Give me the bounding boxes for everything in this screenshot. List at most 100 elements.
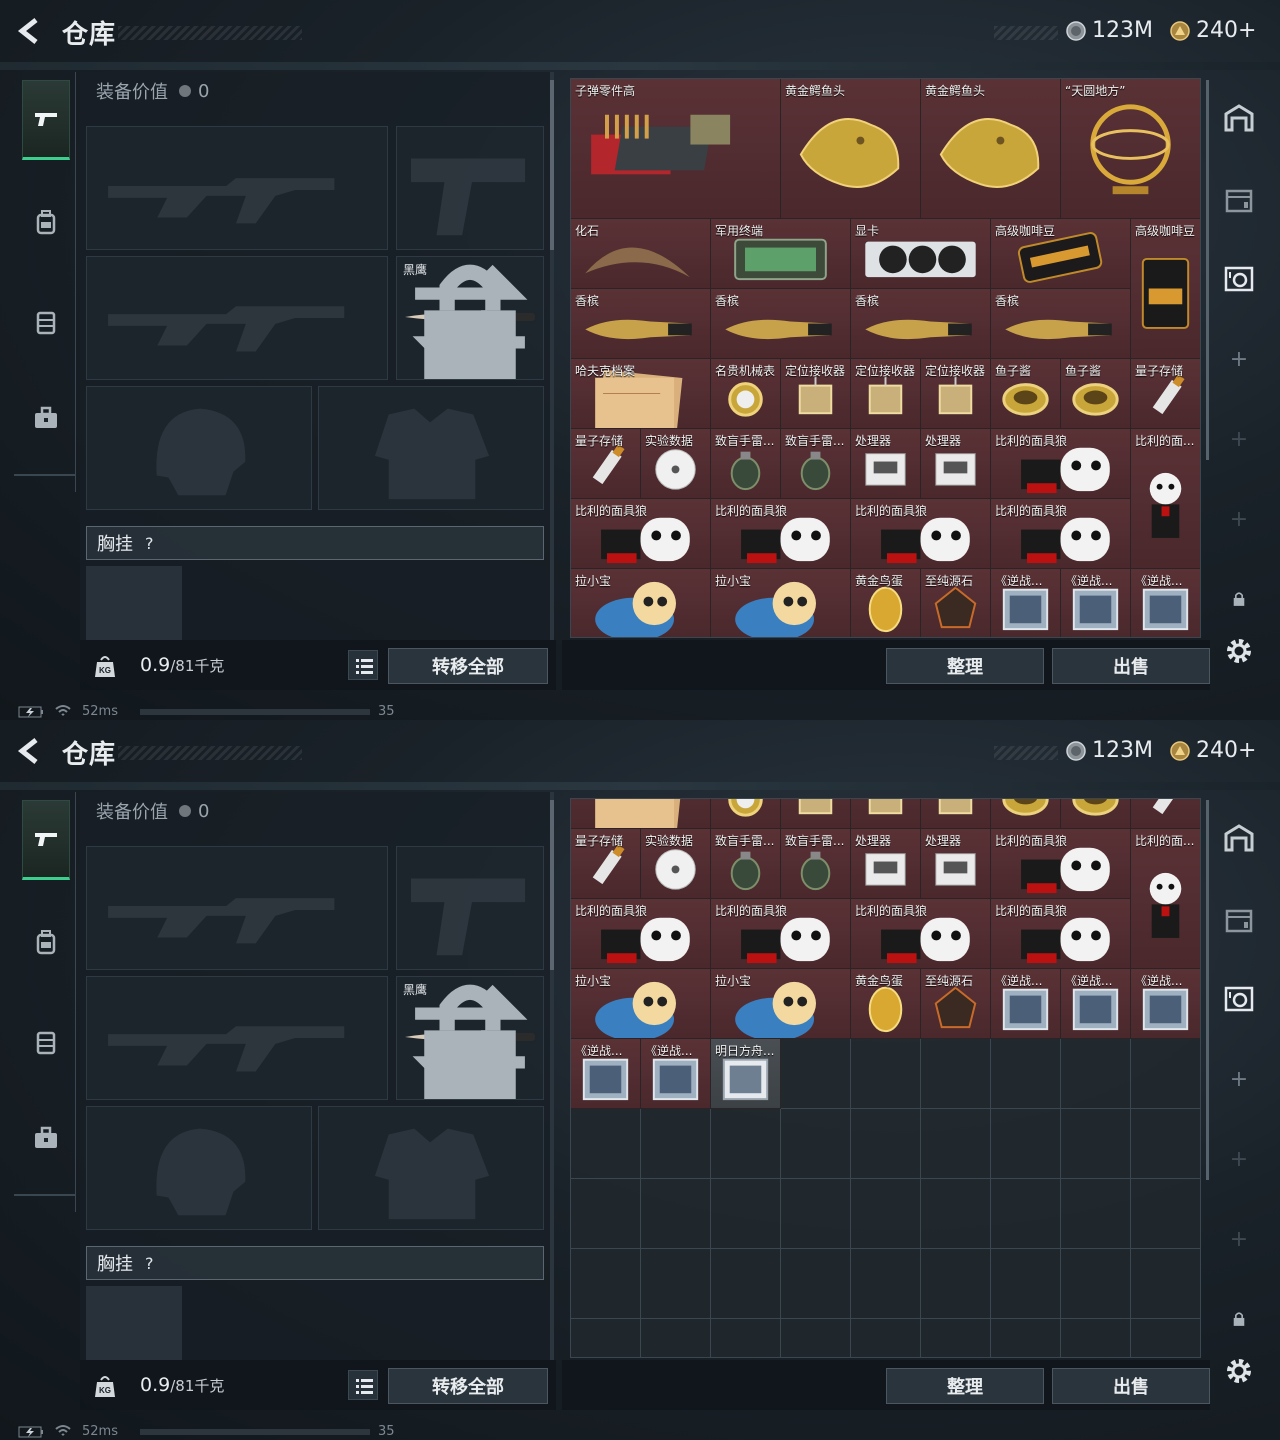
inventory-item[interactable]: 至纯源石 <box>921 569 991 637</box>
primary-weapon-slot[interactable] <box>86 846 388 970</box>
melee-slot[interactable]: 黑鹰 <box>396 976 544 1100</box>
inventory-item[interactable]: 致盲手雷... <box>711 429 781 499</box>
empty-grid-cell[interactable] <box>921 1319 991 1357</box>
inventory-item[interactable]: 量子存储 <box>571 829 641 899</box>
inventory-item[interactable]: 至纯源石 <box>921 969 991 1039</box>
chest-rig-slot[interactable]: 胸挂 ? <box>86 526 544 560</box>
pistol-slot[interactable] <box>396 126 544 250</box>
helmet-slot[interactable] <box>86 1106 312 1230</box>
container-tab[interactable] <box>1216 896 1262 942</box>
add-tab-button[interactable]: + <box>1216 496 1262 542</box>
empty-grid-cell[interactable] <box>641 1179 711 1249</box>
inventory-item[interactable]: 香槟 <box>851 289 991 359</box>
inventory-item[interactable] <box>711 799 781 829</box>
empty-grid-cell[interactable] <box>571 1249 641 1319</box>
empty-grid-cell[interactable] <box>1061 1039 1131 1109</box>
secondary-weapon-slot[interactable] <box>86 976 388 1100</box>
inventory-item[interactable]: 《逆战... <box>571 1039 641 1109</box>
inventory-item[interactable] <box>781 799 851 829</box>
inventory-item[interactable]: 鱼子酱 <box>1061 359 1131 429</box>
inventory-item[interactable]: 实验数据 <box>641 829 711 899</box>
empty-grid-cell[interactable] <box>711 1319 781 1357</box>
warehouse-tab[interactable] <box>1216 96 1262 142</box>
empty-grid-cell[interactable] <box>1131 1039 1200 1109</box>
sort-button[interactable]: 整理 <box>886 648 1044 684</box>
armor-slot[interactable] <box>318 1106 544 1230</box>
list-view-button[interactable] <box>348 650 378 680</box>
primary-weapon-slot[interactable] <box>86 126 388 250</box>
empty-grid-cell[interactable] <box>711 1179 781 1249</box>
inventory-item[interactable]: 致盲手雷... <box>711 829 781 899</box>
add-tab-button[interactable]: + <box>1216 1216 1262 1262</box>
inventory-item[interactable]: 香槟 <box>991 289 1131 359</box>
inventory-item[interactable]: 比利的面具狼 <box>711 899 851 969</box>
inventory-item[interactable]: 黄金鳄鱼头 <box>781 79 921 219</box>
inventory-item[interactable]: 《逆战... <box>1131 569 1200 637</box>
empty-grid-cell[interactable] <box>1061 1319 1131 1357</box>
empty-grid-cell[interactable] <box>571 1109 641 1179</box>
nav-weapons[interactable] <box>22 800 70 880</box>
inventory-item[interactable]: 黄金鸟蛋 <box>851 969 921 1039</box>
inventory-item[interactable]: 比利的面具狼 <box>991 499 1131 569</box>
list-view-button[interactable] <box>348 1370 378 1400</box>
inventory-item[interactable]: 比利的面具狼 <box>991 429 1131 499</box>
inventory-item[interactable]: 鱼子酱 <box>991 359 1061 429</box>
melee-slot[interactable]: 黑鹰 <box>396 256 544 380</box>
inventory-item[interactable]: 明日方舟... <box>711 1039 781 1109</box>
add-tab-button[interactable]: + <box>1216 336 1262 382</box>
inventory-item[interactable]: 显卡 <box>851 219 991 289</box>
inventory-item[interactable]: 《逆战... <box>641 1039 711 1109</box>
inventory-item[interactable]: 比利的面具狼 <box>851 899 991 969</box>
empty-grid-cell[interactable] <box>991 1109 1061 1179</box>
nav-backpack[interactable] <box>22 902 70 982</box>
nav-case[interactable] <box>22 378 70 458</box>
empty-grid-cell[interactable] <box>1061 1109 1131 1179</box>
helmet-slot[interactable] <box>86 386 312 510</box>
nav-case[interactable] <box>22 1098 70 1178</box>
inventory-item[interactable] <box>921 799 991 829</box>
inventory-item[interactable]: 香槟 <box>711 289 851 359</box>
chest-rig-slot[interactable]: 胸挂 ? <box>86 1246 544 1280</box>
inventory-item[interactable]: 哈夫克档案 <box>571 359 711 429</box>
inventory-item[interactable]: 军用终端 <box>711 219 851 289</box>
panel-scroll-thumb[interactable] <box>550 800 554 970</box>
add-tab-button[interactable]: + <box>1216 1136 1262 1182</box>
inventory-item[interactable]: 比利的面具狼 <box>991 829 1131 899</box>
empty-grid-cell[interactable] <box>781 1319 851 1357</box>
inventory-item[interactable]: 比利的面具狼 <box>711 499 851 569</box>
empty-grid-cell[interactable] <box>571 1319 641 1357</box>
inventory-item[interactable]: 比利的面... <box>1131 829 1200 969</box>
inventory-item[interactable] <box>1131 799 1200 829</box>
empty-grid-cell[interactable] <box>641 1249 711 1319</box>
empty-grid-cell[interactable] <box>851 1249 921 1319</box>
empty-grid-cell[interactable] <box>781 1249 851 1319</box>
add-tab-button[interactable]: + <box>1216 416 1262 462</box>
inventory-item[interactable]: 致盲手雷... <box>781 829 851 899</box>
empty-grid-cell[interactable] <box>641 1109 711 1179</box>
empty-grid-cell[interactable] <box>1131 1249 1200 1319</box>
inventory-item[interactable]: 致盲手雷... <box>781 429 851 499</box>
inventory-item[interactable]: 处理器 <box>921 829 991 899</box>
empty-grid-cell[interactable] <box>711 1249 781 1319</box>
empty-grid-cell[interactable] <box>921 1039 991 1109</box>
transfer-all-button[interactable]: 转移全部 <box>388 648 548 684</box>
empty-grid-cell[interactable] <box>571 1179 641 1249</box>
inventory-item[interactable]: 比利的面具狼 <box>571 499 711 569</box>
inventory-item[interactable]: 拉小宝 <box>711 569 851 637</box>
inventory-item[interactable]: 拉小宝 <box>711 969 851 1039</box>
inventory-item[interactable]: 《逆战... <box>1131 969 1200 1039</box>
empty-grid-cell[interactable] <box>1061 1179 1131 1249</box>
empty-grid-cell[interactable] <box>921 1179 991 1249</box>
empty-grid-cell[interactable] <box>1131 1319 1200 1357</box>
inventory-item[interactable]: 化石 <box>571 219 711 289</box>
empty-grid-cell[interactable] <box>851 1109 921 1179</box>
inventory-item[interactable]: 定位接收器 <box>781 359 851 429</box>
secondary-weapon-slot[interactable] <box>86 256 388 380</box>
empty-grid-cell[interactable] <box>781 1179 851 1249</box>
lock-tab-button[interactable] <box>1216 1296 1262 1342</box>
empty-grid-cell[interactable] <box>991 1179 1061 1249</box>
transfer-all-button[interactable]: 转移全部 <box>388 1368 548 1404</box>
inventory-item[interactable]: 香槟 <box>571 289 711 359</box>
inventory-item[interactable]: 比利的面具狼 <box>571 899 711 969</box>
add-tab-button[interactable]: + <box>1216 1056 1262 1102</box>
